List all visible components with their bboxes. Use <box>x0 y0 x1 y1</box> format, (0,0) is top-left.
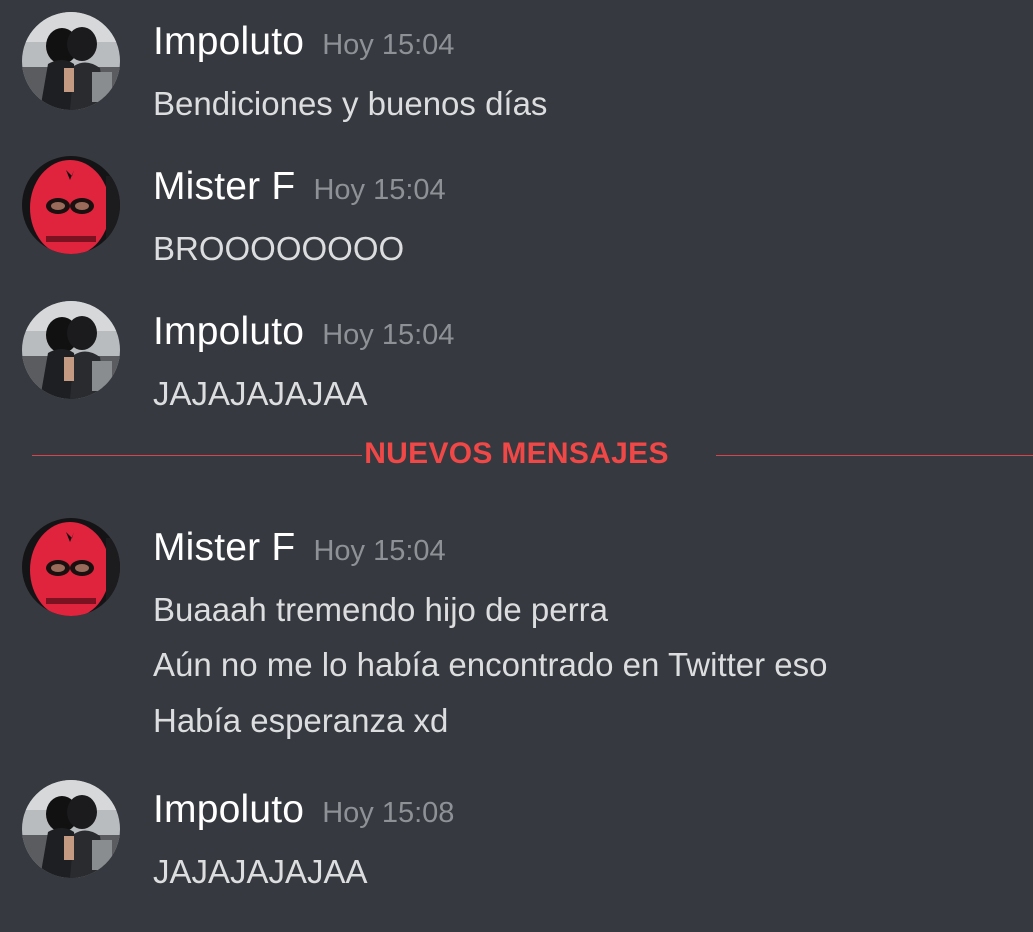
message-header: Mister F Hoy 15:04 <box>153 165 446 209</box>
message-header: Impoluto Hoy 15:04 <box>153 20 454 64</box>
message-header: Impoluto Hoy 15:08 <box>153 788 454 832</box>
timestamp[interactable]: Hoy 15:04 <box>313 174 445 207</box>
timestamp[interactable]: Hoy 15:08 <box>322 797 454 830</box>
avatar[interactable] <box>22 156 120 254</box>
timestamp[interactable]: Hoy 15:04 <box>313 535 445 568</box>
username[interactable]: Mister F <box>153 165 295 209</box>
red-balaclava-avatar <box>22 518 120 616</box>
message-text: JAJAJAJAJAA <box>153 853 368 890</box>
message-text: BROOOOOOOO <box>153 230 405 267</box>
message-header: Mister F Hoy 15:04 <box>153 526 446 570</box>
new-messages-divider: NUEVOS MENSAJES <box>0 433 1033 479</box>
message-text: Bendiciones y buenos días <box>153 85 548 122</box>
helmet-couple-avatar <box>22 780 120 878</box>
message-header: Impoluto Hoy 15:04 <box>153 310 454 354</box>
helmet-couple-avatar <box>22 301 120 399</box>
username[interactable]: Impoluto <box>153 788 304 832</box>
message-text: Aún no me lo había encontrado en Twitter… <box>153 646 828 683</box>
avatar[interactable] <box>22 301 120 399</box>
timestamp[interactable]: Hoy 15:04 <box>322 29 454 62</box>
avatar[interactable] <box>22 518 120 616</box>
new-messages-label: NUEVOS MENSAJES <box>364 437 669 470</box>
divider-line-right <box>716 455 1033 456</box>
red-balaclava-avatar <box>22 156 120 254</box>
message-text: JAJAJAJAJAA <box>153 375 368 412</box>
message-text: Había esperanza xd <box>153 702 449 739</box>
username[interactable]: Mister F <box>153 526 295 570</box>
helmet-couple-avatar <box>22 12 120 110</box>
message-text: Buaaah tremendo hijo de perra <box>153 591 608 628</box>
avatar[interactable] <box>22 12 120 110</box>
avatar[interactable] <box>22 780 120 878</box>
username[interactable]: Impoluto <box>153 20 304 64</box>
username[interactable]: Impoluto <box>153 310 304 354</box>
timestamp[interactable]: Hoy 15:04 <box>322 319 454 352</box>
